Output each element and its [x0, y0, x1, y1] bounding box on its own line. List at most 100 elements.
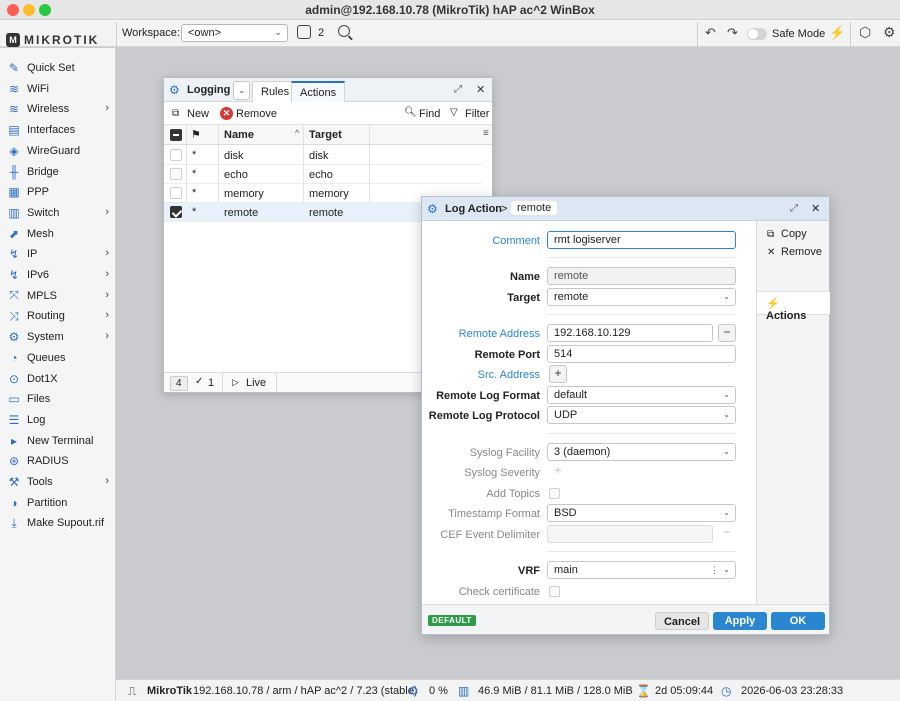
- redo-icon[interactable]: ↷: [727, 25, 738, 41]
- chevron-right-icon: ›: [105, 205, 109, 218]
- apply-button[interactable]: Apply: [713, 612, 767, 630]
- remove-icon[interactable]: ✕: [220, 107, 233, 120]
- close-icon[interactable]: ✕: [476, 83, 485, 96]
- expand-icon[interactable]: ⤢: [454, 84, 462, 95]
- ip-icon: ↯: [8, 247, 20, 262]
- memory-icon: ▥: [458, 684, 470, 698]
- column-header-name[interactable]: Name: [224, 129, 254, 141]
- actions-icon: ⚡: [766, 298, 780, 310]
- sidebar-item-wireguard[interactable]: ◈ WireGuard: [0, 141, 116, 161]
- columns-menu-icon[interactable]: ≡: [483, 128, 489, 139]
- sidebar-item-ip[interactable]: ↯ IP ›: [0, 244, 116, 264]
- cef-delimiter-input[interactable]: [547, 525, 713, 543]
- sidebar-item-make-supout-rif[interactable]: ⤓ Make Supout.rif: [0, 513, 116, 533]
- sidebar-item-new-terminal[interactable]: ▸ New Terminal: [0, 431, 116, 451]
- close-icon[interactable]: ✕: [811, 202, 820, 215]
- remove-button[interactable]: Remove: [236, 108, 277, 120]
- column-header-target[interactable]: Target: [309, 129, 342, 141]
- log-action-header[interactable]: ⚙ Log Action > remote ⤢ ✕: [422, 197, 829, 221]
- safe-mode-icon[interactable]: ⚡: [829, 25, 845, 41]
- cube-icon[interactable]: ⬡: [859, 24, 871, 41]
- logging-window-header[interactable]: ⚙ Logging ⌄ Rules Actions ⤢ ✕: [164, 78, 492, 102]
- check-certificate-checkbox[interactable]: [549, 586, 560, 597]
- add-topics-checkbox[interactable]: [549, 488, 560, 499]
- cancel-button[interactable]: Cancel: [655, 612, 709, 630]
- find-button[interactable]: Find: [419, 108, 440, 120]
- remove-address-button[interactable]: −: [718, 324, 736, 342]
- play-icon[interactable]: ▷: [232, 377, 239, 388]
- sidebar-item-mesh[interactable]: ⬈ Mesh: [0, 224, 116, 244]
- remote-port-input[interactable]: 514: [547, 345, 736, 363]
- remove-button[interactable]: ✕ Remove: [767, 246, 822, 258]
- breadcrumb: remote: [511, 201, 558, 215]
- remove-delimiter-button[interactable]: −: [718, 525, 736, 543]
- sidebar-item-mpls[interactable]: ⤧ MPLS ›: [0, 286, 116, 306]
- toolbar-divider: [697, 22, 698, 46]
- name-label: Name: [510, 271, 540, 283]
- target-label: Target: [507, 292, 540, 304]
- remote-log-format-select[interactable]: default ⌄: [547, 386, 736, 404]
- more-options-icon[interactable]: ⋮: [710, 565, 719, 576]
- actions-button[interactable]: ⚡ Actions: [757, 291, 830, 322]
- tab-actions[interactable]: Actions: [291, 81, 346, 102]
- remote-address-input[interactable]: 192.168.10.129: [547, 324, 713, 342]
- table-row[interactable]: * disk disk: [164, 146, 482, 165]
- safe-mode-toggle[interactable]: [747, 28, 767, 40]
- row-checkbox[interactable]: [170, 168, 182, 180]
- sidebar-item-label: Tools: [27, 476, 53, 488]
- add-src-address-button[interactable]: +: [549, 365, 567, 383]
- sidebar-item-radius[interactable]: ⊛ RADIUS: [0, 451, 116, 471]
- syslog-facility-select[interactable]: 3 (daemon) ⌄: [547, 443, 736, 461]
- sidebar-item-queues[interactable]: ◔ Queues: [0, 348, 116, 368]
- star-icon: *: [192, 206, 197, 218]
- copy-button[interactable]: ⧉ Copy: [767, 228, 807, 240]
- window-menu-dropdown[interactable]: ⌄: [233, 81, 250, 100]
- sidebar-item-switch[interactable]: ▥ Switch ›: [0, 203, 116, 223]
- window-count: 2: [318, 27, 325, 39]
- workspace-select[interactable]: <own> ⌄: [181, 24, 288, 42]
- flag-icon[interactable]: ⚑: [191, 128, 201, 141]
- settings-gear-icon[interactable]: ⚙: [883, 24, 896, 41]
- timestamp-format-select[interactable]: BSD ⌄: [547, 504, 736, 522]
- target-select[interactable]: remote ⌄: [547, 288, 736, 306]
- comment-input[interactable]: rmt logiserver: [547, 231, 736, 249]
- row-checkbox[interactable]: [170, 187, 182, 199]
- sidebar-item-wifi[interactable]: ≋ WiFi: [0, 79, 116, 99]
- sidebar-item-log[interactable]: ☰ Log: [0, 410, 116, 430]
- sidebar-item-interfaces[interactable]: ▤ Interfaces: [0, 120, 116, 140]
- row-checkbox[interactable]: [170, 149, 182, 161]
- ok-button[interactable]: OK: [771, 612, 825, 630]
- sidebar-item-bridge[interactable]: ╫ Bridge: [0, 162, 116, 182]
- sidebar-item-partition[interactable]: ◑ Partition: [0, 493, 116, 513]
- mikrotik-logo-icon: M: [6, 33, 20, 47]
- table-row[interactable]: * echo echo: [164, 165, 482, 184]
- sidebar-item-ppp[interactable]: ▦ PPP: [0, 182, 116, 202]
- vrf-select[interactable]: main ⋮ ⌄: [547, 561, 736, 579]
- filter-button[interactable]: Filter: [465, 108, 489, 120]
- select-all-checkbox[interactable]: [170, 129, 182, 141]
- remote-log-protocol-select[interactable]: UDP ⌄: [547, 406, 736, 424]
- sidebar-item-routing[interactable]: ⤨ Routing ›: [0, 306, 116, 326]
- remote-log-protocol-value: UDP: [554, 409, 578, 421]
- add-severity-button[interactable]: +: [549, 463, 567, 481]
- log-action-footer: DEFAULT Cancel Apply OK: [422, 604, 829, 634]
- sidebar-item-files[interactable]: ▭ Files: [0, 389, 116, 409]
- sidebar-item-dot1x[interactable]: ⊙ Dot1X: [0, 369, 116, 389]
- new-button[interactable]: New: [187, 108, 209, 120]
- row-checkbox[interactable]: [170, 206, 182, 218]
- mikrotik-logo: M MIKROTIK: [6, 31, 99, 49]
- filter-icon[interactable]: ▽: [450, 107, 458, 118]
- sidebar-item-wireless[interactable]: ≋ Wireless ›: [0, 99, 116, 119]
- undo-icon[interactable]: ↶: [705, 25, 716, 41]
- live-button[interactable]: Live: [246, 377, 266, 389]
- find-search-icon[interactable]: 🔍︎: [404, 107, 417, 118]
- sort-asc-icon[interactable]: ^: [295, 128, 299, 138]
- search-icon[interactable]: [338, 25, 350, 37]
- new-icon[interactable]: ⧉: [172, 108, 179, 119]
- windows-icon[interactable]: [297, 25, 311, 39]
- expand-icon[interactable]: ⤢: [790, 203, 798, 214]
- sidebar-item-system[interactable]: ⚙ System ›: [0, 327, 116, 347]
- sidebar-item-ipv6[interactable]: ↯ IPv6 ›: [0, 265, 116, 285]
- sidebar-item-tools[interactable]: ⚒ Tools ›: [0, 472, 116, 492]
- sidebar-item-quick-set[interactable]: ✎ Quick Set: [0, 58, 116, 78]
